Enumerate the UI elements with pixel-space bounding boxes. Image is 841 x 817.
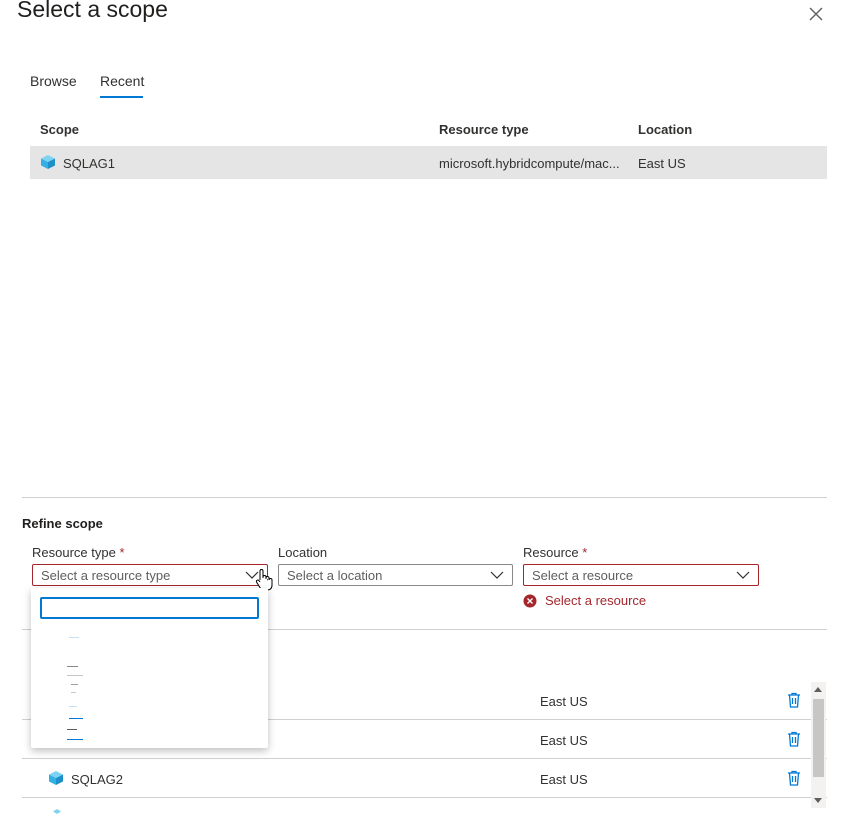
list-scrollbar[interactable] xyxy=(811,682,826,808)
scroll-down-icon[interactable] xyxy=(814,798,822,803)
refine-scope-heading: Refine scope xyxy=(22,516,103,531)
loading-option-placeholder xyxy=(69,718,83,719)
table-row[interactable]: SQLAG1 microsoft.hybridcompute/mac... Ea… xyxy=(30,146,827,179)
row-location: East US xyxy=(638,156,686,171)
dialog-title: Select a scope xyxy=(17,0,168,22)
list-row-name: SQLAG2 xyxy=(71,772,124,787)
row-divider xyxy=(22,758,827,759)
section-divider xyxy=(22,497,827,498)
column-header-resource-type[interactable]: Resource type xyxy=(439,122,529,137)
chevron-down-icon xyxy=(736,571,750,579)
list-row-location: East US xyxy=(540,772,588,787)
scrollbar-thumb[interactable] xyxy=(813,699,824,777)
active-tab-indicator xyxy=(100,96,143,98)
resource-label: Resource * xyxy=(523,545,588,560)
resource-error-message: Select a resource xyxy=(545,593,647,608)
loading-option-placeholder xyxy=(69,706,77,707)
trash-icon[interactable] xyxy=(787,770,801,786)
row-resource-type: microsoft.hybridcompute/mac... xyxy=(439,156,620,171)
column-header-location[interactable]: Location xyxy=(638,122,692,137)
list-row-location: East US xyxy=(540,733,588,748)
location-placeholder: Select a location xyxy=(287,568,383,583)
column-header-scope[interactable]: Scope xyxy=(40,122,79,137)
resource-type-options-popup xyxy=(31,588,268,748)
row-divider xyxy=(22,797,827,798)
loading-option-placeholder xyxy=(69,637,79,638)
loading-option-placeholder xyxy=(67,666,78,667)
trash-icon[interactable] xyxy=(787,731,801,747)
resource-placeholder: Select a resource xyxy=(532,568,634,583)
scroll-up-icon[interactable] xyxy=(814,687,822,692)
list-row-location: East US xyxy=(540,694,588,709)
tab-recent[interactable]: Recent xyxy=(100,73,144,89)
cube-icon xyxy=(41,155,55,169)
trash-icon[interactable] xyxy=(787,692,801,708)
resource-type-placeholder: Select a resource type xyxy=(41,568,171,583)
tab-browse[interactable]: Browse xyxy=(30,73,77,89)
chevron-down-icon xyxy=(490,571,504,579)
loading-option-placeholder xyxy=(71,684,78,685)
resource-type-dropdown[interactable]: Select a resource type xyxy=(32,564,268,586)
location-dropdown[interactable]: Select a location xyxy=(278,564,513,586)
resource-dropdown[interactable]: Select a resource xyxy=(523,564,759,586)
location-label: Location xyxy=(278,545,328,560)
resource-type-search-input[interactable] xyxy=(40,597,259,619)
loading-option-placeholder xyxy=(67,729,77,730)
loading-option-placeholder xyxy=(71,692,76,693)
loading-option-placeholder xyxy=(67,675,83,676)
cube-icon xyxy=(49,771,63,785)
resource-type-label: Resource type * xyxy=(32,545,125,560)
row-scope: SQLAG1 xyxy=(63,156,116,171)
loading-option-placeholder xyxy=(67,739,83,740)
close-icon[interactable] xyxy=(806,4,826,24)
error-icon xyxy=(523,594,537,608)
cube-icon xyxy=(53,809,61,814)
